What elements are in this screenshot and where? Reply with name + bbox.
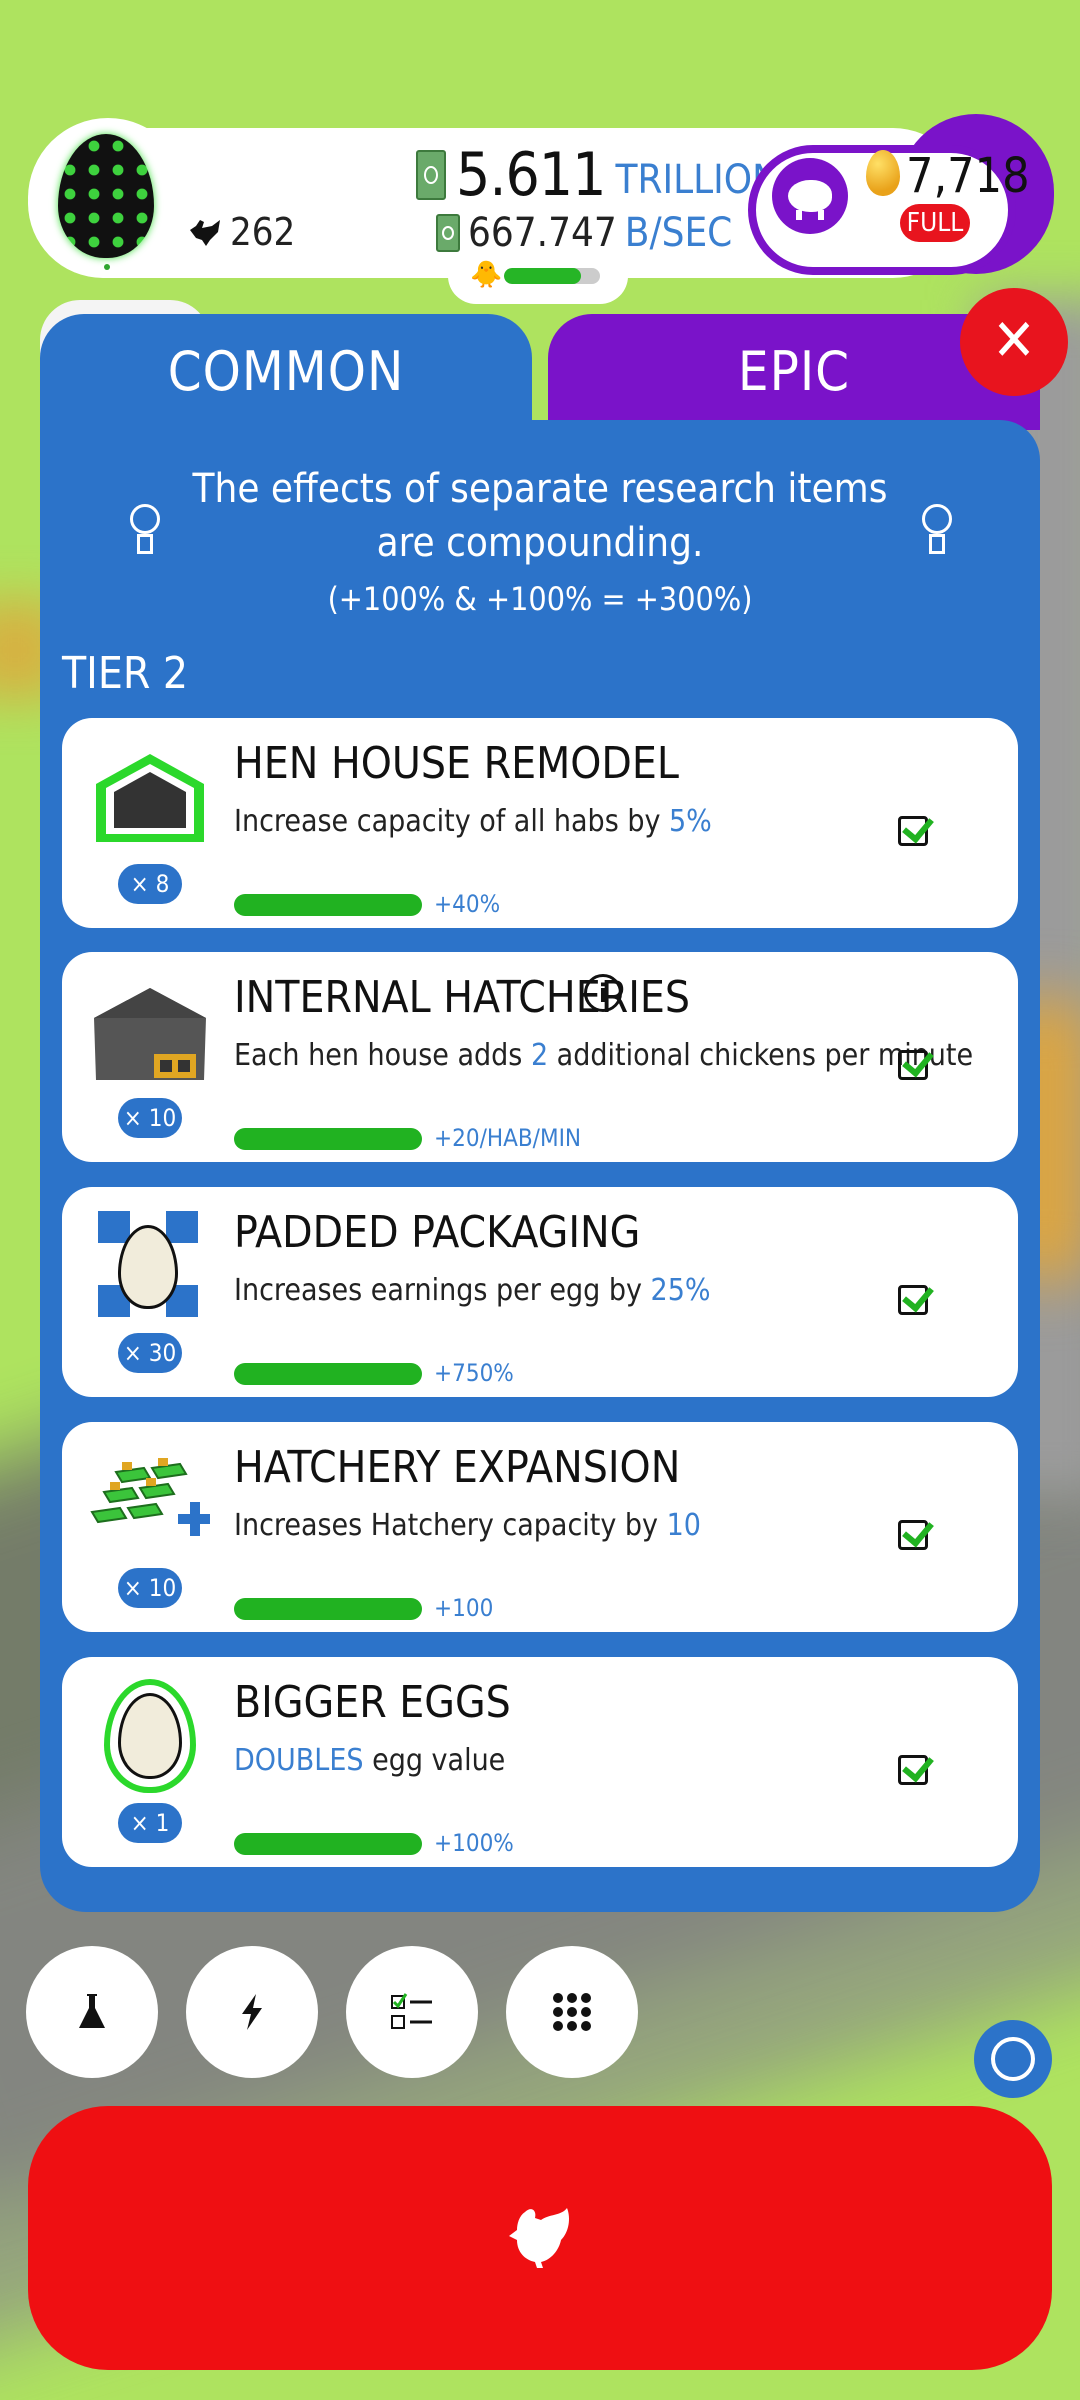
research-button[interactable] bbox=[26, 1946, 158, 2078]
info-example: (+100% & +100% = +300%) bbox=[327, 580, 753, 618]
rate-value: 667.747 bbox=[468, 210, 617, 256]
research-description: Increases Hatchery capacity by 10 bbox=[234, 1508, 701, 1543]
hatchery-beds-icon bbox=[86, 1444, 210, 1554]
research-description: Each hen house adds 2 additional chicken… bbox=[234, 1038, 974, 1073]
research-title: BIGGER EGGS bbox=[234, 1677, 511, 1728]
missions-button[interactable] bbox=[346, 1946, 478, 2078]
padded-egg-icon bbox=[86, 1209, 210, 1319]
research-card[interactable]: × 30 PADDED PACKAGING Increases earnings… bbox=[62, 1187, 1018, 1397]
completed-check-icon bbox=[898, 1285, 928, 1315]
menu-button[interactable] bbox=[506, 1946, 638, 2078]
research-progress-bar bbox=[234, 1363, 422, 1385]
research-count-badge: × 10 bbox=[118, 1098, 182, 1138]
tab-common-label: COMMON bbox=[167, 340, 405, 403]
golden-egg-count: 7,718 bbox=[906, 148, 1030, 204]
completed-check-icon bbox=[898, 1520, 928, 1550]
research-bonus: +40% bbox=[434, 890, 501, 918]
research-bonus: +100 bbox=[434, 1594, 494, 1622]
money-value: 5.611 bbox=[456, 140, 606, 210]
completed-check-icon bbox=[898, 816, 928, 846]
research-count-badge: × 10 bbox=[118, 1568, 182, 1608]
research-card[interactable]: × 10 INTERNAL HATCHERIES i Each hen hous… bbox=[62, 952, 1018, 1162]
grid-menu-icon bbox=[553, 1993, 591, 2031]
research-bonus: +20/HAB/MIN bbox=[434, 1124, 582, 1152]
research-bonus: +100% bbox=[434, 1829, 514, 1857]
research-card[interactable]: × 10 HATCHERY EXPANSION Increases Hatche… bbox=[62, 1422, 1018, 1632]
hatchery-house-icon bbox=[86, 974, 210, 1084]
chicken-icon bbox=[190, 220, 220, 246]
bigger-egg-icon bbox=[86, 1679, 210, 1793]
chicken-icon bbox=[509, 2208, 569, 2268]
research-title: HEN HOUSE REMODEL bbox=[234, 738, 679, 789]
research-progress-bar bbox=[234, 1598, 422, 1620]
research-progress-bar bbox=[234, 1833, 422, 1855]
research-title: PADDED PACKAGING bbox=[234, 1207, 641, 1258]
research-progress-bar bbox=[234, 894, 422, 916]
cash-icon-small bbox=[436, 214, 460, 252]
universe-egg-icon bbox=[58, 134, 154, 258]
research-count-badge: × 1 bbox=[118, 1803, 182, 1843]
research-title: INTERNAL HATCHERIES bbox=[234, 972, 691, 1023]
tier-label: TIER 2 bbox=[62, 648, 189, 699]
completed-check-icon bbox=[898, 1050, 928, 1080]
hen-house-icon bbox=[86, 740, 210, 850]
current-egg-button[interactable] bbox=[28, 118, 188, 278]
research-description: DOUBLES egg value bbox=[234, 1743, 506, 1778]
info-text: The effects of separate research items a… bbox=[192, 466, 888, 566]
close-button[interactable]: ✕ bbox=[960, 288, 1068, 396]
tab-common[interactable]: COMMON bbox=[40, 314, 532, 438]
lightbulb-icon bbox=[918, 504, 958, 564]
research-card[interactable]: × 8 HEN HOUSE REMODEL Increase capacity … bbox=[62, 718, 1018, 928]
golden-egg-icon bbox=[866, 150, 900, 196]
checklist-icon bbox=[391, 1993, 432, 2029]
camera-toggle-button[interactable] bbox=[974, 2020, 1052, 2098]
research-bonus: +750% bbox=[434, 1359, 514, 1387]
piggy-bank-button[interactable] bbox=[772, 158, 848, 234]
cash-icon bbox=[416, 150, 446, 200]
research-card[interactable]: × 1 BIGGER EGGS DOUBLES egg value +100% bbox=[62, 1657, 1018, 1867]
rate-unit: B/SEC bbox=[624, 210, 733, 256]
earning-rate: 667.747 B/SEC bbox=[436, 210, 732, 256]
info-icon[interactable]: i bbox=[584, 974, 622, 1012]
full-badge: FULL bbox=[900, 204, 970, 242]
chicken-count: 262 bbox=[186, 210, 295, 254]
chicken-progress: 🐥 bbox=[448, 254, 628, 304]
piggy-bank-icon bbox=[788, 180, 832, 220]
hatch-chicken-button[interactable] bbox=[28, 2106, 1052, 2370]
completed-check-icon bbox=[898, 1755, 928, 1785]
research-count-badge: × 8 bbox=[118, 864, 182, 904]
progress-bar bbox=[504, 268, 600, 284]
chicken-count-value: 262 bbox=[230, 210, 296, 254]
flask-icon bbox=[79, 1994, 105, 2028]
lightbulb-icon bbox=[126, 504, 166, 564]
research-progress-bar bbox=[234, 1128, 422, 1150]
research-description: Increases earnings per egg by 25% bbox=[234, 1273, 711, 1308]
money-display: 5.611 TRILLION bbox=[416, 140, 779, 210]
boosts-button[interactable] bbox=[186, 1946, 318, 2078]
research-description: Increase capacity of all habs by 5% bbox=[234, 804, 712, 839]
research-count-badge: × 30 bbox=[118, 1333, 182, 1373]
lightning-icon bbox=[242, 1994, 262, 2030]
research-title: HATCHERY EXPANSION bbox=[234, 1442, 681, 1493]
chick-icon: 🐥 bbox=[470, 260, 503, 290]
